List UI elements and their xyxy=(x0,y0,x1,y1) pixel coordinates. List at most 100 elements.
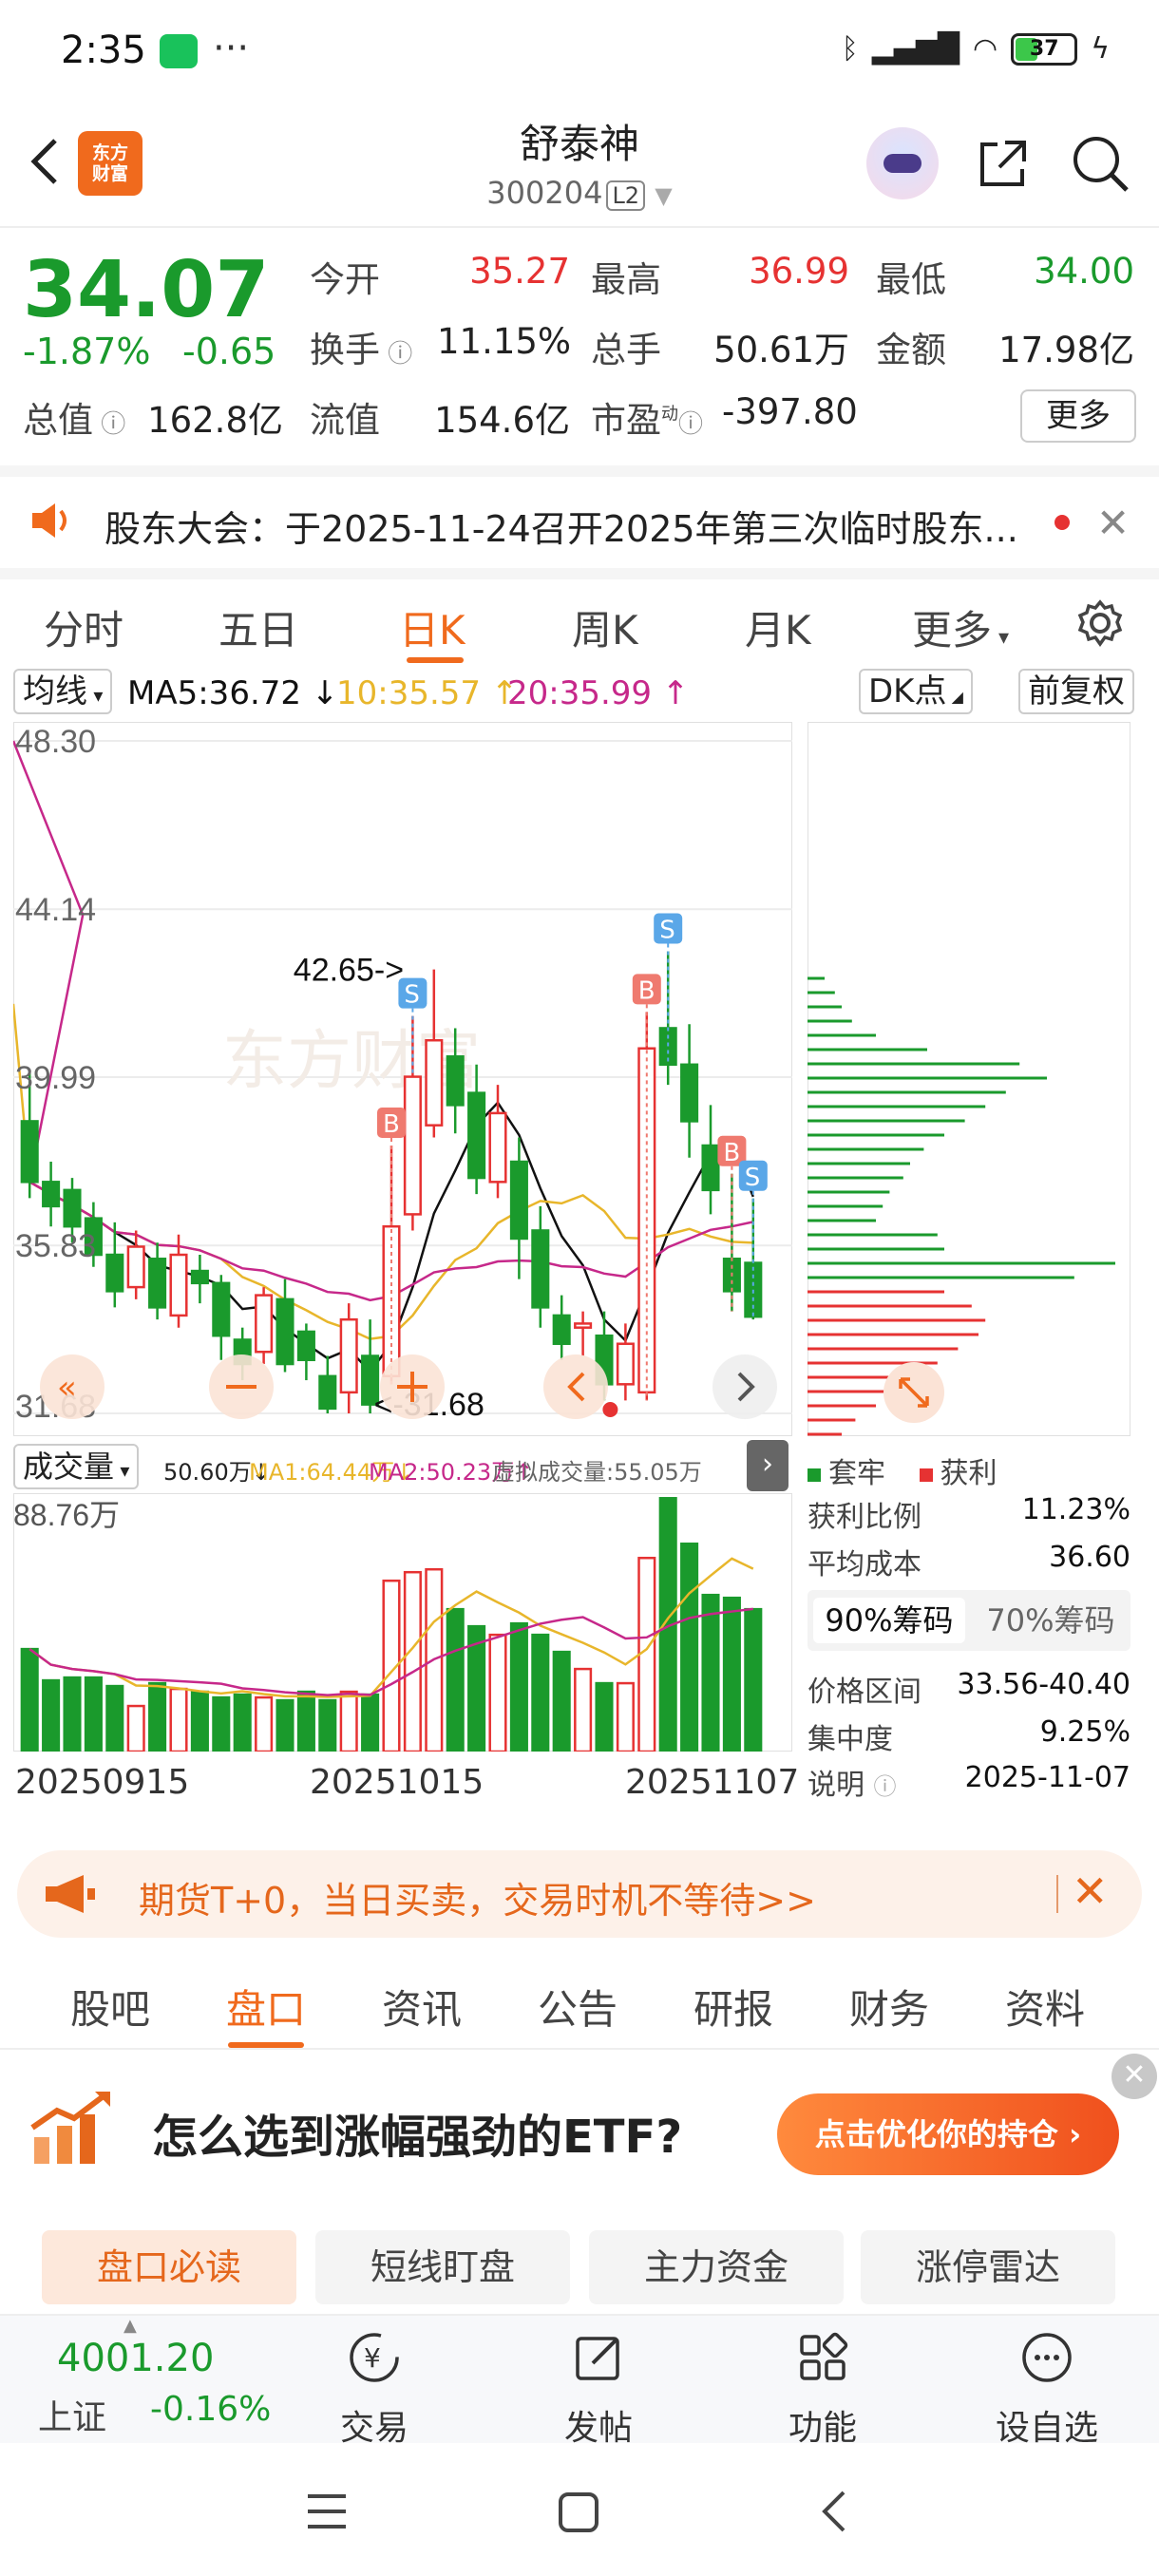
chevron-down-icon: ▼ xyxy=(655,182,673,209)
float-cap-label: 流值 xyxy=(310,400,380,441)
tab-70-chips[interactable]: 70%筹码 xyxy=(975,1598,1127,1643)
candle xyxy=(296,1330,315,1362)
announcement-bar[interactable]: 股东大会：于2025-11-24召开2025年第三次临时股东... ✕ xyxy=(0,465,1159,560)
change-percent: -1.87% xyxy=(23,331,151,372)
candle xyxy=(701,1144,720,1192)
candle xyxy=(339,1317,358,1394)
y-tick-label: 39.99 xyxy=(15,1060,96,1096)
tab-monthly-k[interactable]: 月K xyxy=(745,598,811,656)
etf-ad-banner[interactable]: 怎么选到涨幅强劲的ETF? 点击优化你的持仓 › ✕ xyxy=(0,2052,1159,2213)
expand-icon[interactable] xyxy=(884,1362,944,1423)
optimize-holdings-button[interactable]: 点击优化你的持仓 › xyxy=(777,2093,1119,2175)
signal-icon: ▂▄▆█ xyxy=(871,32,960,66)
tab-news[interactable]: 资讯 xyxy=(382,1978,462,2036)
ma5-readout: MA5:36.72 ↓ xyxy=(127,674,339,712)
more-button[interactable]: 更多 xyxy=(1020,389,1136,443)
post-button[interactable]: 发帖 xyxy=(532,2329,665,2450)
panel-toggle-icon[interactable]: › xyxy=(747,1440,788,1491)
volume-bar xyxy=(318,1698,337,1752)
gear-icon[interactable] xyxy=(1075,598,1125,648)
home-icon[interactable] xyxy=(557,2491,600,2534)
candle xyxy=(63,1188,82,1228)
pe-label[interactable]: 市盈动ⓘ xyxy=(591,391,703,443)
tab-intraday[interactable]: 分时 xyxy=(44,598,124,656)
volume-label: 总手 xyxy=(591,330,661,370)
candle xyxy=(190,1269,209,1285)
candle xyxy=(531,1229,550,1309)
system-nav-bar xyxy=(0,2443,1159,2576)
adjust-select[interactable]: 前复权 xyxy=(1018,669,1134,714)
turnover-value: 11.15% xyxy=(437,321,572,362)
tab-announcements[interactable]: 公告 xyxy=(538,1978,618,2036)
scroll-right-icon[interactable] xyxy=(712,1354,777,1419)
order-book-subtabs: 盘口必读 短线盯盘 主力资金 涨停雷达 xyxy=(0,2226,1159,2308)
search-icon[interactable] xyxy=(1070,133,1132,196)
candle xyxy=(488,1111,507,1184)
profit-ratio-row: 获利比例 11.23% xyxy=(808,1493,1130,1534)
volume-bar xyxy=(722,1596,741,1752)
bluetooth-icon: ᛒ xyxy=(841,32,859,66)
virtual-volume-readout: 虚拟成交量:55.05万 xyxy=(492,1459,702,1486)
wifi-icon: ◠ xyxy=(973,32,998,66)
volume-indicator-bar: 成交量 ▾ 50.60万↓ MA1:64.44万↓ MA2:50.23万↑ 虚拟… xyxy=(13,1440,792,1491)
status-time: 2:35 xyxy=(61,28,146,72)
tab-five-day[interactable]: 五日 xyxy=(218,598,298,656)
indicator-bar: 均线 ▾ MA5:36.72 ↓ 10:35.57 ↑ 20:35.99 ↑ D… xyxy=(13,667,1144,718)
candle xyxy=(255,1294,274,1354)
candle xyxy=(616,1342,635,1386)
stock-header: 东方 财富 舒泰神 300204 L2 ▼ xyxy=(0,104,1159,228)
tab-finance[interactable]: 财务 xyxy=(849,1978,929,2036)
back-nav-icon[interactable] xyxy=(815,2489,853,2534)
chip-main-capital[interactable]: 主力资金 xyxy=(589,2230,844,2304)
chip-must-read[interactable]: 盘口必读 xyxy=(42,2230,296,2304)
marker-label: B xyxy=(383,1110,400,1139)
chip-short-term-watch[interactable]: 短线盯盘 xyxy=(315,2230,570,2304)
y-tick-label: 44.14 xyxy=(15,892,96,928)
tab-order-book[interactable]: 盘口 xyxy=(226,1978,306,2036)
volume-bar xyxy=(169,1687,188,1752)
assistant-avatar-icon[interactable] xyxy=(866,127,939,199)
market-cap-label[interactable]: 总值 ⓘ xyxy=(23,391,125,443)
futures-promo-banner[interactable]: 期货T+0，当日买卖，交易时机不等待>> ✕ xyxy=(17,1850,1142,1938)
caret-up-icon: ▲ xyxy=(124,2316,137,2336)
scroll-left-icon[interactable] xyxy=(543,1354,608,1419)
tab-profile[interactable]: 资料 xyxy=(1005,1978,1085,2036)
tab-weekly-k[interactable]: 周K xyxy=(572,598,638,656)
tab-forum[interactable]: 股吧 xyxy=(70,1978,150,2036)
volume-bar xyxy=(509,1621,528,1752)
functions-button[interactable]: 功能 xyxy=(756,2329,889,2450)
turnover-label[interactable]: 换手 ⓘ xyxy=(310,321,412,372)
index-change: -0.16% xyxy=(150,2390,272,2429)
volume-select[interactable]: 成交量 ▾ xyxy=(13,1444,140,1489)
note-row: 说明 ⓘ 2025-11-07 xyxy=(808,1761,1130,1802)
menu-icon[interactable] xyxy=(304,2491,350,2532)
tab-daily-k[interactable]: 日K xyxy=(399,598,466,656)
trade-button[interactable]: ¥ 交易 xyxy=(308,2329,441,2450)
avg-cost-row: 平均成本 36.60 xyxy=(808,1541,1130,1582)
chip-limit-up-radar[interactable]: 涨停雷达 xyxy=(861,2230,1115,2304)
candlestick-chart[interactable]: 东方财富 48.3044.1439.9935.8331.68 42.65-><-… xyxy=(13,722,792,1436)
candle xyxy=(446,1055,465,1107)
share-icon[interactable] xyxy=(973,133,1034,194)
volume-bar xyxy=(84,1676,103,1752)
volume-bar xyxy=(20,1647,39,1752)
close-icon[interactable]: ✕ xyxy=(1072,1866,1109,1917)
close-icon[interactable]: ✕ xyxy=(1096,500,1130,546)
ma-type-select[interactable]: 均线 ▾ xyxy=(13,669,113,714)
tab-more[interactable]: 更多 ▾ xyxy=(912,598,1009,656)
add-watchlist-button[interactable]: 设自选 xyxy=(980,2329,1113,2450)
dk-point-select[interactable]: DK点 ◢ xyxy=(859,669,973,714)
volume-bar xyxy=(574,1667,593,1752)
tab-research[interactable]: 研报 xyxy=(694,1978,773,2036)
quote-panel: 34.07 -1.87% -0.65 今开 35.27 最高 36.99 最低 … xyxy=(0,228,1159,456)
index-value[interactable]: 4001.20 xyxy=(57,2337,214,2380)
volume-bar xyxy=(105,1684,124,1752)
candle xyxy=(574,1322,593,1329)
close-icon[interactable]: ✕ xyxy=(1112,2054,1157,2099)
volume-bar xyxy=(339,1690,358,1752)
low-label: 最低 xyxy=(876,259,946,300)
y-tick-label: 35.83 xyxy=(15,1228,96,1264)
tab-90-chips[interactable]: 90%筹码 xyxy=(813,1598,965,1643)
active-tab-underline xyxy=(228,2042,304,2048)
volume-bar xyxy=(531,1633,550,1752)
